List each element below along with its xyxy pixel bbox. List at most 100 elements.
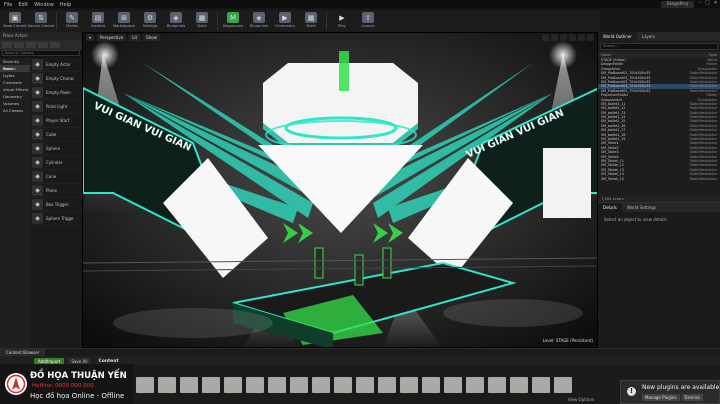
menu-window[interactable]: Window [34, 2, 54, 8]
menu-bar: File Edit Window Help [0, 0, 600, 10]
level-viewport[interactable]: VUI GIAN VUI GIAN VUI GIAN VUI GIAN ▾ Pe… [82, 32, 598, 348]
toolbar-button-save-current[interactable]: ▣ Save Current [2, 10, 28, 32]
camera-speed-icon[interactable] [578, 34, 585, 41]
toolbar-button-modes[interactable]: ✎ Modes [59, 10, 85, 32]
toolbar-label: Play [338, 24, 346, 28]
rotate-icon[interactable] [551, 34, 558, 41]
folder-icon[interactable] [312, 377, 330, 393]
lit-button[interactable]: Lit [129, 34, 141, 41]
close-icon[interactable]: ✕ [713, 0, 718, 7]
placeable-asset-item[interactable]: ◆ Plane [30, 184, 82, 198]
outliner-search-input[interactable]: Search... [600, 43, 718, 50]
dismiss-button[interactable]: Dismiss [681, 394, 703, 401]
toolbar-button-source-control[interactable]: ⇅ Source Control [28, 10, 54, 32]
tab-layers[interactable]: Layers [637, 32, 660, 41]
tab-world-outliner[interactable]: World Outliner [598, 32, 637, 41]
asset-label: Box Trigger [46, 202, 69, 207]
tab-content-browser[interactable]: Content Browser [0, 349, 46, 356]
place-mode-tab[interactable] [2, 42, 12, 48]
toolbar-button-launch[interactable]: ⇧ Launch [355, 10, 381, 32]
paint-mode-tab[interactable] [14, 42, 24, 48]
minimize-icon[interactable]: – [697, 0, 702, 7]
toolbar-label: Build [197, 24, 207, 28]
category-item[interactable]: Cinematic [0, 79, 30, 86]
toolbar-button-cinematics[interactable]: ▶ Cinematics [272, 10, 298, 32]
search-classes-input[interactable]: Search Classes [2, 50, 80, 56]
toolbar-label: Source Control [27, 24, 55, 28]
placeable-asset-item[interactable]: ◆ Cylinder [30, 156, 82, 170]
folder-icon[interactable] [532, 377, 550, 393]
placeable-asset-item[interactable]: ◆ Sphere [30, 142, 82, 156]
folder-icon[interactable] [224, 377, 242, 393]
category-item[interactable]: Geometry [0, 93, 30, 100]
folder-icon[interactable] [158, 377, 176, 393]
placeable-asset-item[interactable]: ◆ Empty Charac [30, 72, 82, 86]
toolbar-button-settings[interactable]: ⚙ Settings [137, 10, 163, 32]
toolbar-button-play[interactable]: ▶ Play [329, 10, 355, 32]
folder-icon[interactable] [488, 377, 506, 393]
folder-icon[interactable] [466, 377, 484, 393]
toolbar-button-marketplace[interactable]: ⊞ Marketplace [111, 10, 137, 32]
folder-icon[interactable] [554, 377, 572, 393]
foliage-mode-tab[interactable] [38, 42, 48, 48]
toolbar-button-build[interactable]: ▦ Build [298, 10, 324, 32]
folder-icon[interactable] [268, 377, 286, 393]
translate-icon[interactable] [542, 34, 549, 41]
toolbar-button-build[interactable]: ▦ Build [189, 10, 215, 32]
folder-icon[interactable] [136, 377, 154, 393]
watermark-banner: ĐỒ HỌA THUẬN YẾN Hotline: 0000.000.000 H… [0, 364, 134, 404]
folder-icon[interactable] [180, 377, 198, 393]
content-path-breadcrumb[interactable]: Content [98, 359, 118, 364]
toolbar-separator [326, 12, 327, 30]
geometry-mode-tab[interactable] [50, 42, 60, 48]
category-item[interactable]: All Classes [0, 107, 30, 114]
window-title-tab[interactable]: StageProj [660, 1, 694, 8]
category-item[interactable]: Lights [0, 72, 30, 79]
folder-icon[interactable] [202, 377, 220, 393]
menu-file[interactable]: File [4, 2, 12, 8]
show-button[interactable]: Show [143, 34, 160, 41]
manage-plugins-button[interactable]: Manage Plugins [642, 394, 680, 401]
asset-label: Empty Charac [46, 76, 75, 81]
placeable-asset-item[interactable]: ◆ Box Trigger [30, 198, 82, 212]
placeable-asset-item[interactable]: ◆ Empty Pawn [30, 86, 82, 100]
maximize-viewport-icon[interactable] [587, 34, 594, 41]
folder-icon[interactable] [290, 377, 308, 393]
tab-world-settings[interactable]: World Settings [622, 203, 661, 212]
folder-icon[interactable] [378, 377, 396, 393]
perspective-button[interactable]: Perspective [97, 34, 127, 41]
grid-snap-icon[interactable] [569, 34, 576, 41]
maximize-icon[interactable]: □ [705, 0, 710, 7]
menu-help[interactable]: Help [60, 2, 71, 8]
placeable-asset-item[interactable]: ◆ Cone [30, 170, 82, 184]
category-item[interactable]: Volumes [0, 100, 30, 107]
category-item[interactable]: Visual Effects [0, 86, 30, 93]
placeable-asset-item[interactable]: ◆ Player Start [30, 114, 82, 128]
folder-icon[interactable] [444, 377, 462, 393]
scale-icon[interactable] [560, 34, 567, 41]
toolbar-button-blueprints[interactable]: ◈ Blueprints [163, 10, 189, 32]
placeable-asset-item[interactable]: ◆ Empty Actor [30, 58, 82, 72]
menu-edit[interactable]: Edit [18, 2, 28, 8]
placeable-asset-item[interactable]: ◆ Point Light [30, 100, 82, 114]
outliner-row[interactable]: SM_Tablet_15 StaticMeshActor [598, 177, 720, 181]
folder-icon[interactable] [510, 377, 528, 393]
folder-icon[interactable] [246, 377, 264, 393]
toolbar-button-megascans[interactable]: M Megascans [220, 10, 246, 32]
folder-icon[interactable] [356, 377, 374, 393]
landscape-mode-tab[interactable] [26, 42, 36, 48]
category-item[interactable]: Recently Placed [0, 58, 30, 71]
toolbar-button-content[interactable]: ▤ Content [85, 10, 111, 32]
view-options-button[interactable]: View Options [568, 397, 594, 402]
asset-label: Empty Pawn [46, 90, 71, 95]
placeable-asset-item[interactable]: ◆ Sphere Trigge [30, 212, 82, 226]
toolbar-label: Settings [142, 24, 158, 28]
folder-icon[interactable] [422, 377, 440, 393]
toolbar-button-blueprints[interactable]: ◈ Blueprints [246, 10, 272, 32]
placeable-asset-item[interactable]: ◆ Cube [30, 128, 82, 142]
folder-icon[interactable] [400, 377, 418, 393]
asset-label: Sphere Trigge [46, 216, 74, 221]
viewport-options-button[interactable]: ▾ [86, 34, 95, 41]
folder-icon[interactable] [334, 377, 352, 393]
tab-details[interactable]: Details [598, 203, 622, 212]
